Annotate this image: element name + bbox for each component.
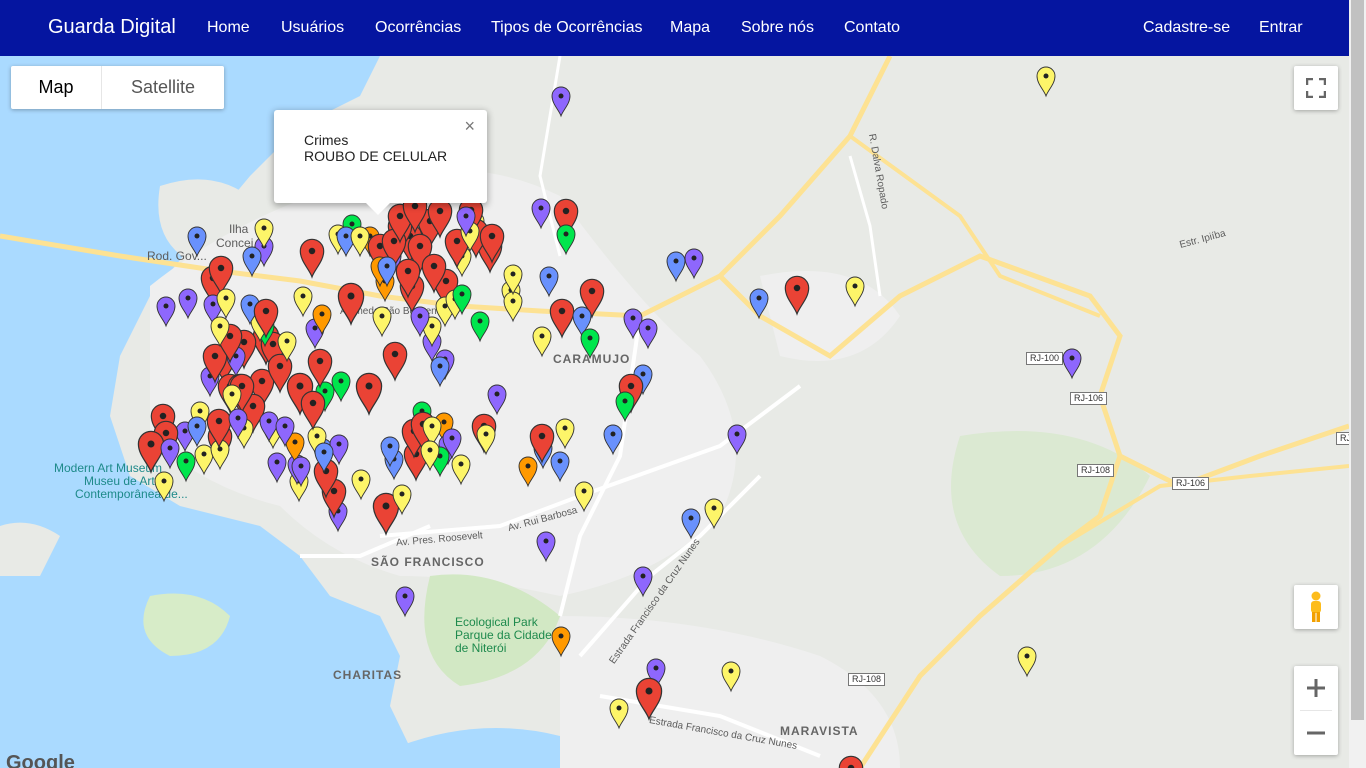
map-marker-yellow[interactable] <box>451 454 471 486</box>
map-marker-green[interactable] <box>615 391 635 423</box>
map-marker-purple[interactable] <box>633 566 653 598</box>
map-marker-purple[interactable] <box>727 424 747 456</box>
map-marker-yellow[interactable] <box>476 424 496 456</box>
scrollbar-thumb[interactable] <box>1351 0 1364 720</box>
zoom-control <box>1294 666 1338 755</box>
map-marker-purple[interactable] <box>487 384 507 416</box>
map-marker-purple[interactable] <box>531 198 551 230</box>
map-marker-red[interactable] <box>355 372 383 416</box>
map-marker-yellow[interactable] <box>503 291 523 323</box>
page-scrollbar[interactable] <box>1349 0 1366 768</box>
map-marker-purple[interactable] <box>395 586 415 618</box>
nav-tipos-ocorrencias[interactable]: Tipos de Ocorrências <box>491 19 642 37</box>
nav-ocorrencias[interactable]: Ocorrências <box>375 19 461 37</box>
nav-sobre[interactable]: Sobre nós <box>741 19 814 37</box>
map-marker-yellow[interactable] <box>194 444 214 476</box>
map-marker-purple[interactable] <box>267 452 287 484</box>
street-view-button[interactable] <box>1294 585 1338 629</box>
pegman-icon <box>1311 591 1321 622</box>
info-window-category: Crimes <box>304 132 349 148</box>
brand-link[interactable]: Guarda Digital <box>48 16 176 39</box>
map-marker-blue[interactable] <box>749 288 769 320</box>
zoom-out-button[interactable] <box>1294 711 1338 755</box>
map-marker-yellow[interactable] <box>1036 66 1056 98</box>
map-marker-green[interactable] <box>331 371 351 403</box>
map-marker-green[interactable] <box>176 451 196 483</box>
map-marker-green[interactable] <box>556 224 576 256</box>
map-marker-yellow[interactable] <box>574 481 594 513</box>
info-window-tail <box>366 203 390 215</box>
navbar: Guarda Digital Home Usuários Ocorrências… <box>0 0 1349 56</box>
map-marker-red[interactable] <box>529 423 555 464</box>
map-marker-blue[interactable] <box>666 251 686 283</box>
map-marker-blue[interactable] <box>603 424 623 456</box>
google-logo: Google <box>6 752 75 768</box>
map-marker-purple[interactable] <box>160 438 180 470</box>
map-marker-yellow[interactable] <box>845 276 865 308</box>
info-window: Crimes ROUBO DE CELULAR × <box>274 110 487 215</box>
map-marker-purple[interactable] <box>684 248 704 280</box>
nav-entrar[interactable]: Entrar <box>1259 19 1303 37</box>
map-marker-orange[interactable] <box>518 456 538 488</box>
close-icon[interactable]: × <box>464 116 475 137</box>
map-marker-yellow[interactable] <box>351 469 371 501</box>
map-marker-red[interactable] <box>137 430 165 474</box>
map-marker-red[interactable] <box>635 677 663 721</box>
map-marker-blue[interactable] <box>430 356 450 388</box>
map-marker-yellow[interactable] <box>372 306 392 338</box>
map-marker-yellow[interactable] <box>555 418 575 450</box>
map-marker-yellow[interactable] <box>721 661 741 693</box>
map-marker-red[interactable] <box>382 341 408 382</box>
map-canvas[interactable]: CARAMUJO SÃO FRANCISCO CHARITAS MARAVIST… <box>0 56 1349 768</box>
map-marker-red[interactable] <box>299 238 325 279</box>
map-marker-red[interactable] <box>337 282 365 326</box>
map-type-map-button[interactable]: Map <box>11 66 102 109</box>
map-marker-blue[interactable] <box>187 226 207 258</box>
nav-contato[interactable]: Contato <box>844 19 900 37</box>
map-marker-yellow[interactable] <box>350 226 370 258</box>
map-marker-purple[interactable] <box>536 531 556 563</box>
map-marker-blue[interactable] <box>242 246 262 278</box>
map-marker-yellow[interactable] <box>154 471 174 503</box>
map-marker-purple[interactable] <box>156 296 176 328</box>
map-marker-yellow[interactable] <box>293 286 313 318</box>
map-marker-green[interactable] <box>470 311 490 343</box>
map-marker-orange[interactable] <box>551 626 571 658</box>
map-marker-yellow[interactable] <box>704 498 724 530</box>
plus-icon <box>1307 679 1325 697</box>
map-marker-blue[interactable] <box>681 508 701 540</box>
nav-home[interactable]: Home <box>207 19 250 37</box>
map-marker-red[interactable] <box>549 298 575 339</box>
map-marker-yellow[interactable] <box>609 698 629 730</box>
map-type-satellite-button[interactable]: Satellite <box>102 66 224 109</box>
nav-cadastre-se[interactable]: Cadastre-se <box>1143 19 1230 37</box>
map-marker-purple[interactable] <box>178 288 198 320</box>
zoom-in-button[interactable] <box>1294 666 1338 710</box>
map-marker-purple[interactable] <box>1062 348 1082 380</box>
map-marker-yellow[interactable] <box>532 326 552 358</box>
map-marker-red[interactable] <box>300 390 326 431</box>
map-marker-yellow[interactable] <box>1017 646 1037 678</box>
nav-usuarios[interactable]: Usuários <box>281 19 344 37</box>
map-type-control: Map Satellite <box>11 66 224 109</box>
map-marker-purple[interactable] <box>551 86 571 118</box>
map-marker-blue[interactable] <box>550 451 570 483</box>
map-marker-purple[interactable] <box>623 308 643 340</box>
minus-icon <box>1307 731 1325 735</box>
info-window-type: ROUBO DE CELULAR <box>304 148 448 164</box>
map-marker-purple[interactable] <box>638 318 658 350</box>
fullscreen-icon <box>1306 78 1326 98</box>
fullscreen-button[interactable] <box>1294 66 1338 110</box>
map-marker-blue[interactable] <box>539 266 559 298</box>
map-marker-green[interactable] <box>580 328 600 360</box>
map-marker-red[interactable] <box>784 275 810 316</box>
markers-layer <box>137 66 1082 768</box>
map-marker-red[interactable] <box>838 755 864 768</box>
map-marker-yellow[interactable] <box>216 288 236 320</box>
nav-mapa[interactable]: Mapa <box>670 19 710 37</box>
